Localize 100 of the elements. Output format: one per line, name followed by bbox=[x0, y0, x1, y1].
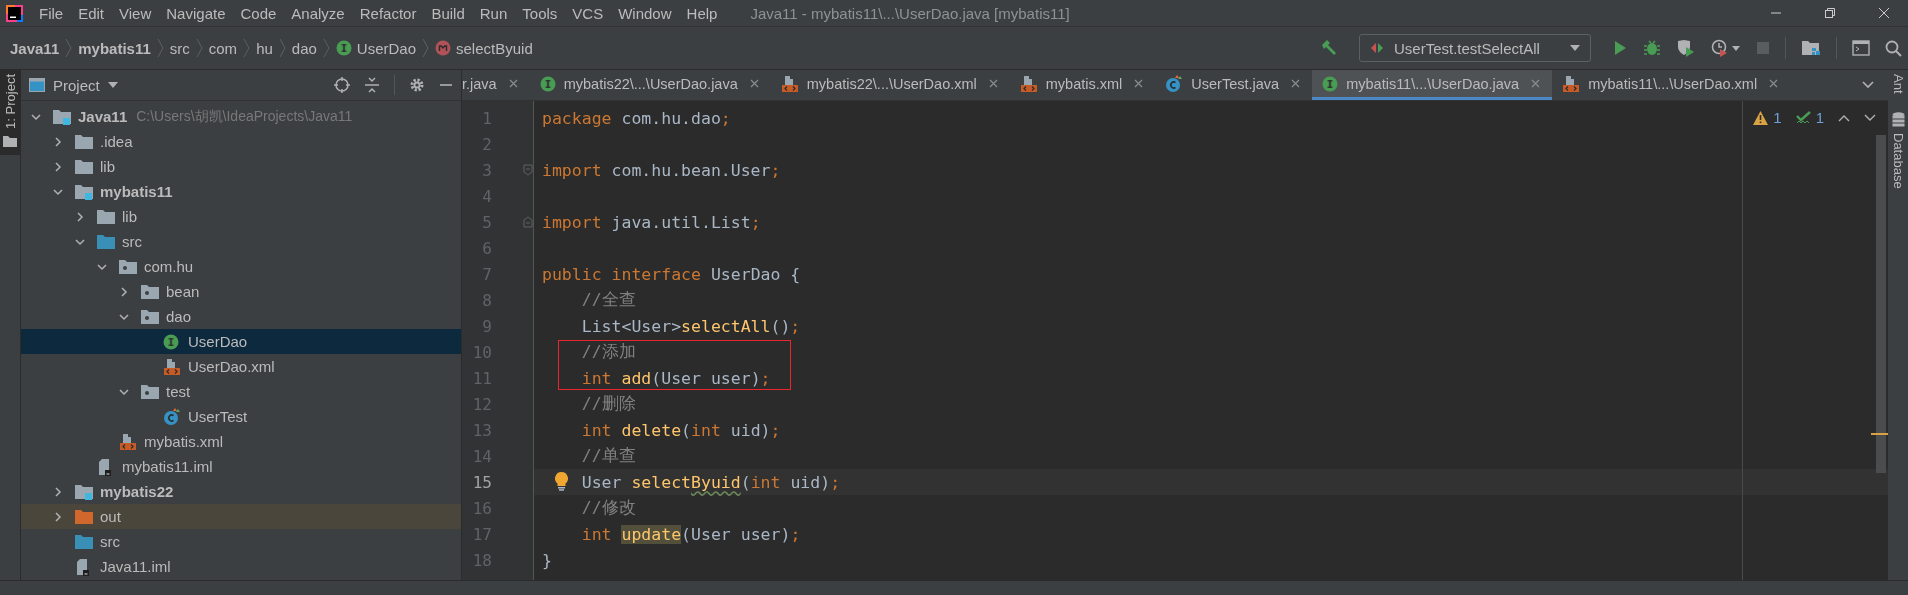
interface-icon bbox=[163, 333, 179, 350]
chevron-up-icon[interactable] bbox=[1838, 113, 1850, 122]
interface-icon bbox=[335, 40, 352, 56]
tree-row[interactable]: mybatis.xml bbox=[21, 429, 461, 454]
breadcrumb-item[interactable]: com bbox=[208, 39, 238, 57]
editor-tab[interactable]: mybatis.xml bbox=[1009, 70, 1156, 100]
package-icon bbox=[141, 309, 159, 324]
menu-item[interactable]: Build bbox=[431, 4, 465, 22]
collapse-all-icon[interactable] bbox=[364, 77, 380, 93]
fold-marker-icon[interactable] bbox=[523, 164, 533, 176]
tree-row[interactable]: test bbox=[21, 379, 461, 404]
settings-icon[interactable] bbox=[409, 77, 425, 93]
tree-row[interactable]: UserTest bbox=[21, 404, 461, 429]
chevron-separator-icon bbox=[422, 38, 430, 58]
panel-title-dropdown[interactable]: Project bbox=[29, 76, 118, 94]
close-icon[interactable] bbox=[1291, 79, 1301, 88]
tree-row[interactable]: Java11.iml bbox=[21, 554, 461, 579]
locate-icon[interactable] bbox=[334, 77, 350, 93]
tree-row[interactable]: mybatis22 bbox=[21, 479, 461, 504]
profiler-icon[interactable] bbox=[1711, 39, 1741, 57]
checkmark-icon bbox=[1795, 110, 1811, 125]
terminal-icon[interactable] bbox=[1852, 40, 1870, 56]
close-icon[interactable] bbox=[1134, 79, 1144, 88]
chevron-right-icon[interactable] bbox=[53, 136, 63, 147]
weak-warning-count[interactable]: 1 bbox=[1795, 109, 1824, 126]
search-icon[interactable] bbox=[1885, 39, 1902, 57]
folder-icon bbox=[75, 534, 93, 549]
tree-row[interactable]: out bbox=[21, 504, 461, 529]
tree-row[interactable]: lib bbox=[21, 204, 461, 229]
breadcrumb-item[interactable]: src bbox=[169, 39, 190, 57]
restore-icon[interactable] bbox=[1824, 7, 1836, 19]
project-tool-button[interactable]: 1: Project bbox=[0, 70, 20, 155]
breadcrumb-item[interactable]: hu bbox=[256, 39, 273, 57]
chevron-down-icon[interactable] bbox=[97, 261, 107, 272]
editor-tab[interactable]: mybatis22\...\UserDao.xml bbox=[770, 70, 1010, 100]
menu-item[interactable]: Run bbox=[479, 4, 508, 22]
menu-item[interactable]: Refactor bbox=[359, 4, 417, 22]
chevron-right-icon[interactable] bbox=[53, 161, 63, 172]
chevron-right-icon[interactable] bbox=[53, 486, 63, 497]
project-structure-icon[interactable] bbox=[1801, 39, 1821, 57]
breadcrumb-item[interactable]: dao bbox=[291, 39, 317, 57]
chevron-right-icon[interactable] bbox=[119, 286, 129, 297]
run-configuration-dropdown[interactable]: UserTest.testSelectAll bbox=[1359, 34, 1591, 62]
breadcrumb-item[interactable]: UserDao bbox=[335, 39, 417, 57]
tool-window-button[interactable]: Database bbox=[1890, 111, 1906, 189]
menu-item[interactable]: Analyze bbox=[291, 4, 345, 22]
chevron-down-icon[interactable] bbox=[75, 236, 85, 247]
editor-tab[interactable]: mybatis11\...\UserDao.xml bbox=[1552, 70, 1791, 100]
breadcrumb-item[interactable]: mybatis11 bbox=[78, 39, 151, 57]
menu-item[interactable]: Tools bbox=[522, 4, 558, 22]
menu-item[interactable]: View bbox=[119, 4, 152, 22]
editor-tab[interactable]: mybatis11\...\UserDao.java bbox=[1312, 70, 1553, 100]
scrollbar[interactable] bbox=[1876, 135, 1886, 473]
chevron-down-icon[interactable] bbox=[53, 186, 63, 197]
run-icon[interactable] bbox=[1612, 40, 1628, 56]
chevron-down-icon[interactable] bbox=[1862, 81, 1874, 89]
tree-row[interactable]: .idea bbox=[21, 129, 461, 154]
tree-row[interactable]: lib bbox=[21, 154, 461, 179]
close-icon[interactable] bbox=[1769, 79, 1779, 88]
tool-window-button[interactable]: Ant bbox=[1890, 74, 1906, 94]
tree-row[interactable]: src bbox=[21, 229, 461, 254]
tree-row[interactable]: mybatis11 bbox=[21, 179, 461, 204]
editor-tab[interactable]: UserTest.java bbox=[1155, 70, 1313, 100]
bug-icon[interactable] bbox=[1643, 39, 1661, 57]
shield-run-icon[interactable] bbox=[1676, 39, 1696, 57]
lightbulb-icon[interactable] bbox=[555, 472, 568, 491]
breadcrumb-item[interactable]: Java11 bbox=[10, 39, 60, 57]
tree-row[interactable]: UserDao bbox=[21, 329, 461, 354]
editor-tab[interactable]: r.java bbox=[462, 70, 530, 100]
code-line: List<User>selectAll(); bbox=[581, 316, 801, 336]
warning-count[interactable]: 1 bbox=[1753, 109, 1782, 126]
tree-row[interactable]: UserDao.xml bbox=[21, 354, 461, 379]
close-icon[interactable] bbox=[1878, 7, 1890, 19]
close-icon[interactable] bbox=[988, 79, 998, 88]
chevron-right-icon[interactable] bbox=[53, 511, 63, 522]
close-icon[interactable] bbox=[749, 79, 759, 88]
close-icon[interactable] bbox=[508, 79, 518, 88]
chevron-down-icon[interactable] bbox=[119, 311, 129, 322]
chevron-down-icon[interactable] bbox=[119, 386, 129, 397]
menu-item[interactable]: Code bbox=[240, 4, 277, 22]
tree-row[interactable]: src bbox=[21, 529, 461, 554]
chevron-down-icon[interactable] bbox=[31, 111, 41, 122]
tree-row[interactable]: Java11 C:\Users\胡凯\IdeaProjects\Java11 bbox=[21, 104, 461, 129]
chevron-right-icon[interactable] bbox=[75, 211, 85, 222]
tree-row[interactable]: dao bbox=[21, 304, 461, 329]
fold-marker-icon[interactable] bbox=[523, 216, 533, 228]
breadcrumb-item[interactable]: selectByuid bbox=[435, 39, 533, 57]
menu-item[interactable]: Edit bbox=[78, 4, 105, 22]
menu-item[interactable]: VCS bbox=[572, 4, 604, 22]
chevron-down-icon[interactable] bbox=[1864, 113, 1876, 122]
folder-icon bbox=[97, 209, 115, 224]
menu-item[interactable]: Navigate bbox=[166, 4, 226, 22]
menu-item[interactable]: Window bbox=[618, 4, 672, 22]
menu-item[interactable]: File bbox=[39, 4, 64, 22]
tree-row[interactable]: com.hu bbox=[21, 254, 461, 279]
tree-row[interactable]: mybatis11.iml bbox=[21, 454, 461, 479]
menu-item[interactable]: Help bbox=[686, 4, 718, 22]
tree-row[interactable]: bean bbox=[21, 279, 461, 304]
editor-tab[interactable]: mybatis22\...\UserDao.java bbox=[529, 70, 771, 100]
hammer-icon[interactable] bbox=[1320, 39, 1338, 57]
